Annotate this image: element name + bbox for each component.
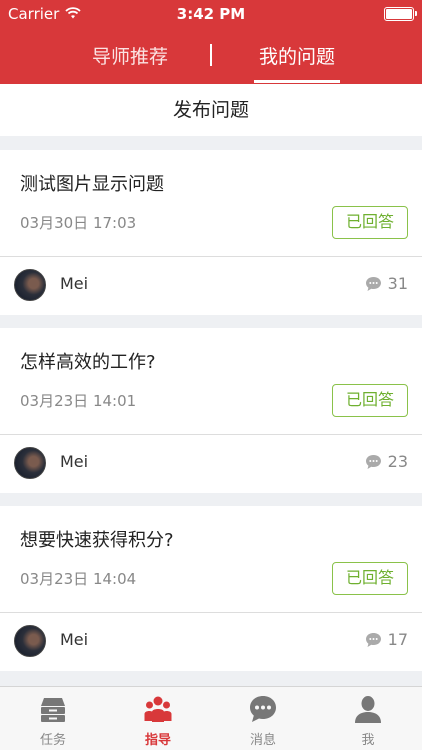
author-row: Mei 17 [0,613,422,671]
answered-badge: 已回答 [332,562,408,595]
comment-count-value: 23 [387,452,408,471]
author-name: Mei [60,452,89,471]
tab-mentor-recommend[interactable]: 导师推荐 [50,42,210,72]
author-row: Mei 31 [0,257,422,315]
question-time: 03月30日 17:03 [20,214,137,232]
segment-tabs: 导师推荐 我的问题 [0,32,422,84]
tab-label: 任务 [39,733,66,748]
avatar[interactable] [14,625,46,657]
comment-bubble-icon [365,276,382,292]
avatar[interactable] [14,447,46,479]
tab-label: 我 [361,733,375,748]
status-time: 3:42 PM [176,5,246,23]
app-header: Carrier 3:42 PM 导师推荐 我的问题 [0,0,422,84]
author-row: Mei 23 [0,435,422,493]
tab-me[interactable]: 我 [328,691,408,749]
tab-my-questions[interactable]: 我的问题 [232,42,362,72]
status-bar: Carrier 3:42 PM [0,0,422,28]
question-time: 03月23日 14:04 [20,570,137,588]
tab-label: 指导 [144,733,171,748]
question-body[interactable]: 测试图片显示问题 03月30日 17:03 已回答 [0,150,422,256]
comment-bubble-icon [365,632,382,648]
comment-count: 23 [365,452,408,471]
tab-divider [210,44,212,66]
tab-label: 消息 [249,733,276,748]
question-body[interactable]: 想要快速获得积分? 03月23日 14:04 已回答 [0,506,422,612]
question-title: 测试图片显示问题 [20,174,164,195]
answered-badge: 已回答 [332,206,408,239]
active-tab-indicator [254,80,340,83]
bottom-tab-bar: 任务 指导 消息 我 [0,686,422,750]
comment-count-value: 17 [387,630,408,649]
avatar[interactable] [14,269,46,301]
question-title: 怎样高效的工作? [20,352,156,373]
publish-question-button[interactable]: 发布问题 [0,84,422,136]
battery-icon [384,7,417,21]
question-card[interactable]: 想要快速获得积分? 03月23日 14:04 已回答 Mei 17 [0,506,422,671]
question-time: 03月23日 14:01 [20,392,137,410]
tab-guidance[interactable]: 指导 [118,691,198,749]
answered-badge: 已回答 [332,384,408,417]
question-body[interactable]: 怎样高效的工作? 03月23日 14:01 已回答 [0,328,422,434]
tab-messages[interactable]: 消息 [223,691,303,749]
question-card[interactable]: 怎样高效的工作? 03月23日 14:01 已回答 Mei 23 [0,328,422,493]
comment-count-value: 31 [387,274,408,293]
comment-bubble-icon [365,454,382,470]
question-title: 想要快速获得积分? [20,530,174,551]
author-name: Mei [60,630,89,649]
comment-count: 17 [365,630,408,649]
author-name: Mei [60,274,89,293]
tab-tasks[interactable]: 任务 [13,691,93,749]
question-card[interactable]: 测试图片显示问题 03月30日 17:03 已回答 Mei 31 [0,150,422,315]
comment-count: 31 [365,274,408,293]
